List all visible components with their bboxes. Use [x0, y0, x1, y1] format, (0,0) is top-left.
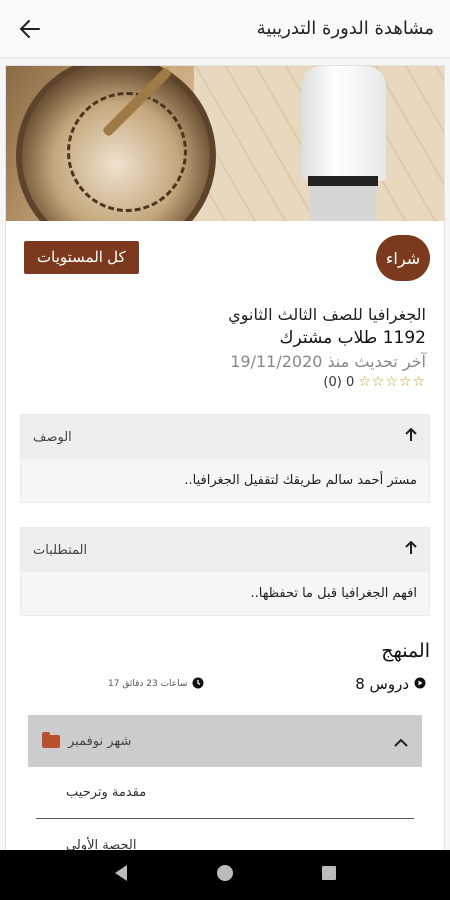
arrow-up-icon[interactable]	[405, 540, 417, 559]
list-item[interactable]: مقدمة وترحيب	[36, 767, 414, 819]
course-meta: الجغرافيا للصف الثالث الثانوي 1192 طلاب …	[24, 305, 426, 390]
course-card: كل المستويات شراء الجغرافيا للصف الثالث …	[5, 65, 445, 850]
folder-icon	[42, 731, 60, 748]
play-icon	[414, 674, 426, 693]
requirements-body: افهم الجغرافيا قبل ما تحفظها..	[21, 572, 429, 615]
section-title: شهر نوفمبر	[68, 733, 132, 749]
requirements-header[interactable]: المتطلبات	[21, 528, 429, 572]
description-body: مستر أحمد سالم طريقك لتقفيل الجغرافيا..	[21, 459, 429, 502]
description-header[interactable]: الوصف	[21, 415, 429, 459]
description-panel: الوصف مستر أحمد سالم طريقك لتقفيل الجغرا…	[20, 414, 430, 503]
compass-illustration	[16, 66, 216, 221]
page-title: مشاهدة الدورة التدريبية	[256, 18, 434, 39]
curriculum-stats: 17 ساعات 23 دقائق 8 دروس	[20, 674, 430, 693]
last-updated: آخر تحديث منذ 19/11/2020	[230, 352, 426, 371]
course-cover-image	[6, 66, 444, 221]
app-bar: مشاهدة الدورة التدريبية	[0, 0, 450, 58]
system-nav-bar	[0, 850, 450, 900]
nav-back-icon[interactable]	[113, 864, 129, 886]
rating-text: 0 (0)	[323, 374, 355, 390]
chevron-up-icon[interactable]	[394, 732, 408, 751]
students-count: 1192 طلاب مشترك	[279, 328, 426, 348]
course-title: الجغرافيا للصف الثالث الثانوي	[228, 305, 426, 324]
nav-home-icon[interactable]	[216, 864, 234, 886]
buy-button[interactable]: شراء	[376, 235, 430, 281]
duration-text: 17 ساعات 23 دقائق	[108, 678, 188, 689]
curriculum-title: المنهج	[381, 640, 430, 662]
lessons-text: 8 دروس	[355, 674, 409, 693]
list-item[interactable]: الحصة الأولى	[36, 819, 414, 851]
content-scroll[interactable]: كل المستويات شراء الجغرافيا للصف الثالث …	[0, 58, 450, 850]
curriculum: المنهج 17 ساعات 23 دقائق 8 دروس شهر نوفم…	[6, 616, 444, 850]
curriculum-section: شهر نوفمبر مقدمة وترحيب الحصة الأولى	[28, 715, 422, 850]
star-icon: ☆☆☆☆☆	[358, 374, 426, 390]
instructor-illustration	[296, 66, 391, 221]
duration-stat: 17 ساعات 23 دقائق	[108, 674, 204, 693]
app-root: مشاهدة الدورة التدريبية كل المستويات شرا…	[0, 0, 450, 900]
clock-icon	[192, 674, 204, 693]
arrow-up-icon[interactable]	[405, 427, 417, 446]
lessons-stat: 8 دروس	[355, 674, 426, 693]
nav-recents-icon[interactable]	[321, 865, 337, 885]
section-header[interactable]: شهر نوفمبر	[28, 715, 422, 767]
arrow-left-icon[interactable]	[16, 15, 44, 43]
course-rating: ☆☆☆☆☆ 0 (0)	[24, 374, 426, 390]
requirements-label: المتطلبات	[33, 542, 88, 558]
requirements-panel: المتطلبات افهم الجغرافيا قبل ما تحفظها..	[20, 527, 430, 616]
course-info: كل المستويات شراء الجغرافيا للصف الثالث …	[6, 221, 444, 402]
all-levels-button[interactable]: كل المستويات	[24, 241, 139, 274]
description-label: الوصف	[33, 429, 72, 445]
